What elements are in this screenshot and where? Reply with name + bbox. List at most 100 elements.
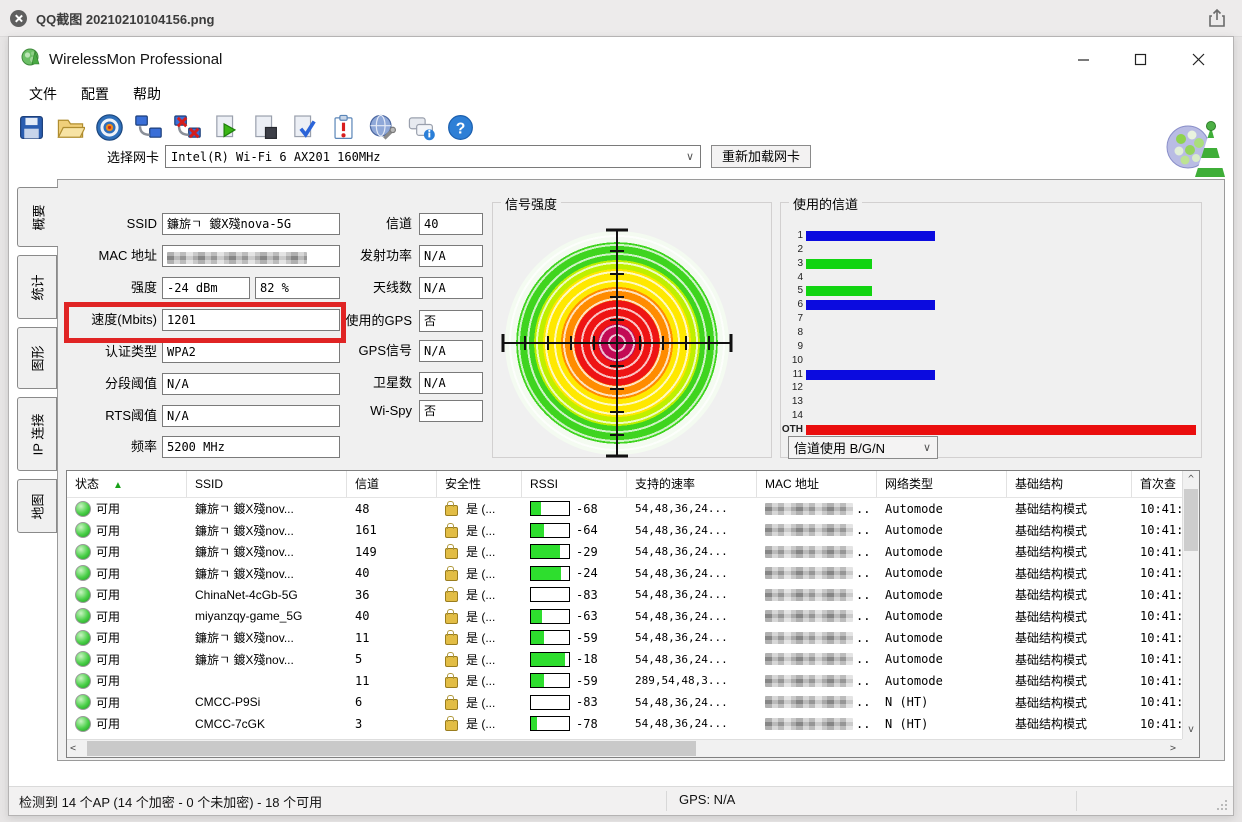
start-log-button[interactable] <box>210 110 243 144</box>
report-alert-button[interactable] <box>327 110 360 144</box>
ssid-cell: CMCC-P9Si <box>187 695 347 709</box>
status-cell: 可用 <box>67 500 187 517</box>
col-rssi[interactable]: RSSI <box>522 471 627 497</box>
col-first-seen[interactable]: 首次查 <box>1132 471 1182 497</box>
first-seen-cell: 10:41: <box>1132 631 1182 645</box>
col-status[interactable]: 状态▲ <box>67 471 187 497</box>
channel-label: 2 <box>777 245 803 255</box>
minimize-button[interactable] <box>1058 37 1108 81</box>
table-row[interactable]: 可用CMCC-P9Si6是 (...-8354,48,36,24.....N (… <box>67 692 1199 714</box>
col-nettype[interactable]: 网络类型 <box>877 471 1007 497</box>
verify-log-button[interactable] <box>288 110 321 144</box>
gps-signal-field[interactable]: N/A <box>419 340 483 362</box>
table-row[interactable]: 可用鐮旂ㄱ 鍍X殘nov...40是 (...-2454,48,36,24...… <box>67 563 1199 585</box>
connect-card-button[interactable] <box>132 110 165 144</box>
satellites-field[interactable]: N/A <box>419 372 483 394</box>
channel-cell: 3 <box>347 717 437 731</box>
table-row[interactable]: 可用鐮旂ㄱ 鍍X殘nov...11是 (...-5954,48,36,24...… <box>67 627 1199 649</box>
table-row[interactable]: 可用鐮旂ㄱ 鍍X殘nov...149是 (...-2954,48,36,24..… <box>67 541 1199 563</box>
table-row[interactable]: 可用miyanzqy-game_5G40是 (...-6354,48,36,24… <box>67 606 1199 628</box>
help-button[interactable]: ? <box>444 110 477 144</box>
maximize-button[interactable] <box>1115 37 1165 81</box>
vertical-scroll-thumb[interactable] <box>1184 489 1198 551</box>
tab-graphs[interactable]: 图形 <box>17 327 57 389</box>
ssid-cell: 鐮旂ㄱ 鍍X殘nov... <box>187 651 347 668</box>
resize-grip[interactable] <box>1217 800 1227 810</box>
ssid-cell: CMCC-7cGK <box>187 717 347 731</box>
tab-summary[interactable]: 概要 <box>17 187 58 247</box>
lock-icon <box>445 677 458 688</box>
menu-file[interactable]: 文件 <box>25 82 61 106</box>
status-cell: 可用 <box>67 565 187 582</box>
censored-mac <box>765 503 853 515</box>
channel-usage-select[interactable]: 信道使用 B/G/N ∨ <box>788 436 938 459</box>
tab-map[interactable]: 地图 <box>17 479 57 533</box>
horizontal-scrollbar[interactable]: < > <box>67 739 1182 757</box>
disconnect-card-icon <box>173 113 202 142</box>
scroll-down-icon[interactable]: v <box>1183 724 1199 735</box>
censored-mac <box>765 675 853 687</box>
table-row[interactable]: 可用ChinaNet-4cGb-5G36是 (...-8354,48,36,24… <box>67 584 1199 606</box>
lock-icon <box>445 699 458 710</box>
menu-config[interactable]: 配置 <box>77 82 113 106</box>
tab-ip-connections[interactable]: IP 连接 <box>17 397 57 471</box>
table-row[interactable]: 可用鐮旂ㄱ 鍍X殘nov...161是 (...-6454,48,36,24..… <box>67 520 1199 542</box>
mac-cell: .. <box>757 609 877 623</box>
txpower-field[interactable]: N/A <box>419 245 483 267</box>
rates-cell: 289,54,48,3... <box>627 674 757 687</box>
gps-used-field[interactable]: 否 <box>419 310 483 332</box>
col-infrastructure[interactable]: 基础结构 <box>1007 471 1132 497</box>
table-row[interactable]: 可用CMCC-7cGK3是 (...-7854,48,36,24.....N (… <box>67 713 1199 735</box>
security-cell: 是 (... <box>437 608 522 625</box>
strength-dbm-field[interactable]: -24 dBm <box>162 277 250 299</box>
channel-row-3: 3 <box>781 259 1201 269</box>
table-row[interactable]: 可用鐮旂ㄱ 鍍X殘nov...48是 (...-6854,48,36,24...… <box>67 498 1199 520</box>
scroll-left-icon[interactable]: < <box>70 743 76 754</box>
target-button[interactable] <box>93 110 126 144</box>
strength-label: 强度 <box>58 277 157 299</box>
web-tools-icon <box>368 113 397 142</box>
close-button[interactable] <box>1173 37 1223 81</box>
security-cell: 是 (... <box>437 629 522 646</box>
menu-help[interactable]: 帮助 <box>129 82 165 106</box>
image-viewer-titlebar: QQ截图 20210210104156.png <box>0 0 1242 37</box>
horizontal-scroll-thumb[interactable] <box>87 741 696 756</box>
open-button[interactable] <box>54 110 87 144</box>
col-mac[interactable]: MAC 地址 <box>757 471 877 497</box>
reload-adapter-button[interactable]: 重新加载网卡 <box>711 145 811 168</box>
web-tools-button[interactable] <box>366 110 399 144</box>
table-row[interactable]: 可用11是 (...-59289,54,48,3.....Automode基础结… <box>67 670 1199 692</box>
infrastructure-cell: 基础结构模式 <box>1007 672 1132 689</box>
col-rates[interactable]: 支持的速率 <box>627 471 757 497</box>
col-ssid[interactable]: SSID <box>187 471 347 497</box>
table-row[interactable]: 可用鐮旂ㄱ 鍍X殘nov...5是 (...-1854,48,36,24....… <box>67 649 1199 671</box>
share-icon[interactable] <box>1206 7 1228 34</box>
col-channel[interactable]: 信道 <box>347 471 437 497</box>
report-alert-icon <box>329 113 358 142</box>
wispy-field[interactable]: 否 <box>419 400 483 422</box>
stop-log-button[interactable] <box>249 110 282 144</box>
channel-row-OTH: OTH <box>781 425 1201 435</box>
scroll-right-icon[interactable]: > <box>1170 743 1176 754</box>
channel-field[interactable]: 40 <box>419 213 483 235</box>
rssi-bar <box>530 695 570 710</box>
net-type-cell: N (HT) <box>877 695 1007 709</box>
first-seen-cell: 10:41: <box>1132 674 1182 688</box>
support-info-button[interactable] <box>405 110 438 144</box>
tab-statistics[interactable]: 统计 <box>17 255 57 319</box>
rssi-cell: -64 <box>522 523 627 538</box>
col-security[interactable]: 安全性 <box>437 471 522 497</box>
save-button[interactable] <box>15 110 48 144</box>
antenna-field[interactable]: N/A <box>419 277 483 299</box>
connect-card-icon <box>134 113 163 142</box>
disconnect-card-button[interactable] <box>171 110 204 144</box>
scroll-up-icon[interactable]: ^ <box>1183 474 1199 485</box>
freq-field[interactable]: 5200 MHz <box>162 436 340 458</box>
viewer-close-icon[interactable] <box>10 10 27 27</box>
net-type-cell: Automode <box>877 588 1007 602</box>
vertical-scrollbar[interactable]: ^ v <box>1182 471 1199 740</box>
adapter-select[interactable]: Intel(R) Wi-Fi 6 AX201 160MHz ∨ <box>165 145 701 168</box>
rates-cell: 54,48,36,24... <box>627 545 757 558</box>
net-type-cell: Automode <box>877 631 1007 645</box>
censored-mac <box>765 524 853 536</box>
